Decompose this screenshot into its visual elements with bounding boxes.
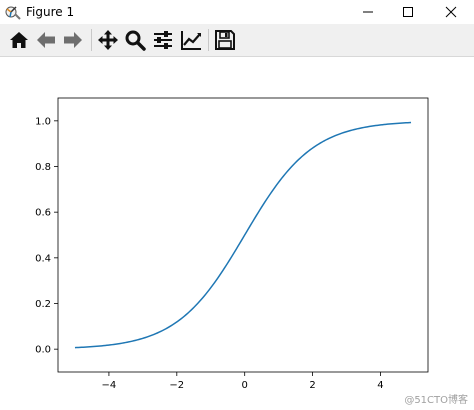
y-tick-label: 1.0 [35, 116, 51, 127]
figure-canvas[interactable]: −4 −2 0 2 4 0.0 0.2 0.4 0.6 0.8 1.0 [0, 57, 474, 410]
minimize-icon [363, 11, 373, 13]
plot-area[interactable]: −4 −2 0 2 4 0.0 0.2 0.4 0.6 0.8 1.0 [0, 57, 474, 410]
matplotlib-icon [5, 6, 21, 20]
sliders-icon [154, 31, 172, 49]
figure-window: Figure 1 −4 −2 0 2 4 0.0 0.2 0.4 0.6 0.8… [0, 0, 474, 410]
maximize-button[interactable] [385, 0, 431, 24]
close-button[interactable] [428, 0, 474, 24]
close-icon [445, 6, 457, 18]
maximize-icon [403, 7, 413, 17]
arrow-left-icon [37, 32, 55, 48]
home-button[interactable] [6, 27, 32, 53]
title-bar: Figure 1 [0, 0, 474, 24]
y-tick-label: 0.6 [35, 208, 51, 219]
x-tick-label: 4 [377, 380, 383, 391]
x-tick-label: −2 [169, 380, 184, 391]
y-tick-label: 0.8 [35, 162, 51, 173]
x-tick-label: −4 [102, 380, 117, 391]
window-title: Figure 1 [26, 5, 75, 19]
zoom-button[interactable] [122, 27, 148, 53]
x-tick-label: 0 [242, 380, 248, 391]
magnifier-icon [125, 30, 146, 51]
sigmoid-series-line [74, 121, 412, 349]
navigation-toolbar [0, 24, 474, 57]
watermark-text: @51CTO博客 [404, 395, 468, 406]
save-button[interactable] [212, 27, 238, 53]
edit-axis-button[interactable] [178, 27, 204, 53]
pan-button[interactable] [95, 27, 121, 53]
y-tick-label: 0.2 [35, 299, 51, 310]
move-icon [98, 30, 118, 50]
floppy-disk-icon [215, 30, 235, 50]
configure-subplots-button[interactable] [150, 27, 176, 53]
back-button[interactable] [33, 27, 59, 53]
forward-button[interactable] [60, 27, 86, 53]
y-tick-label: 0.0 [35, 345, 51, 356]
home-icon [10, 32, 28, 48]
arrow-right-icon [64, 32, 82, 48]
y-tick-label: 0.4 [35, 253, 51, 264]
axes-frame [57, 97, 429, 373]
toolbar-separator [208, 29, 209, 51]
toolbar-separator [91, 29, 92, 51]
x-tick-label: 2 [309, 380, 315, 391]
line-chart-icon [181, 31, 201, 50]
